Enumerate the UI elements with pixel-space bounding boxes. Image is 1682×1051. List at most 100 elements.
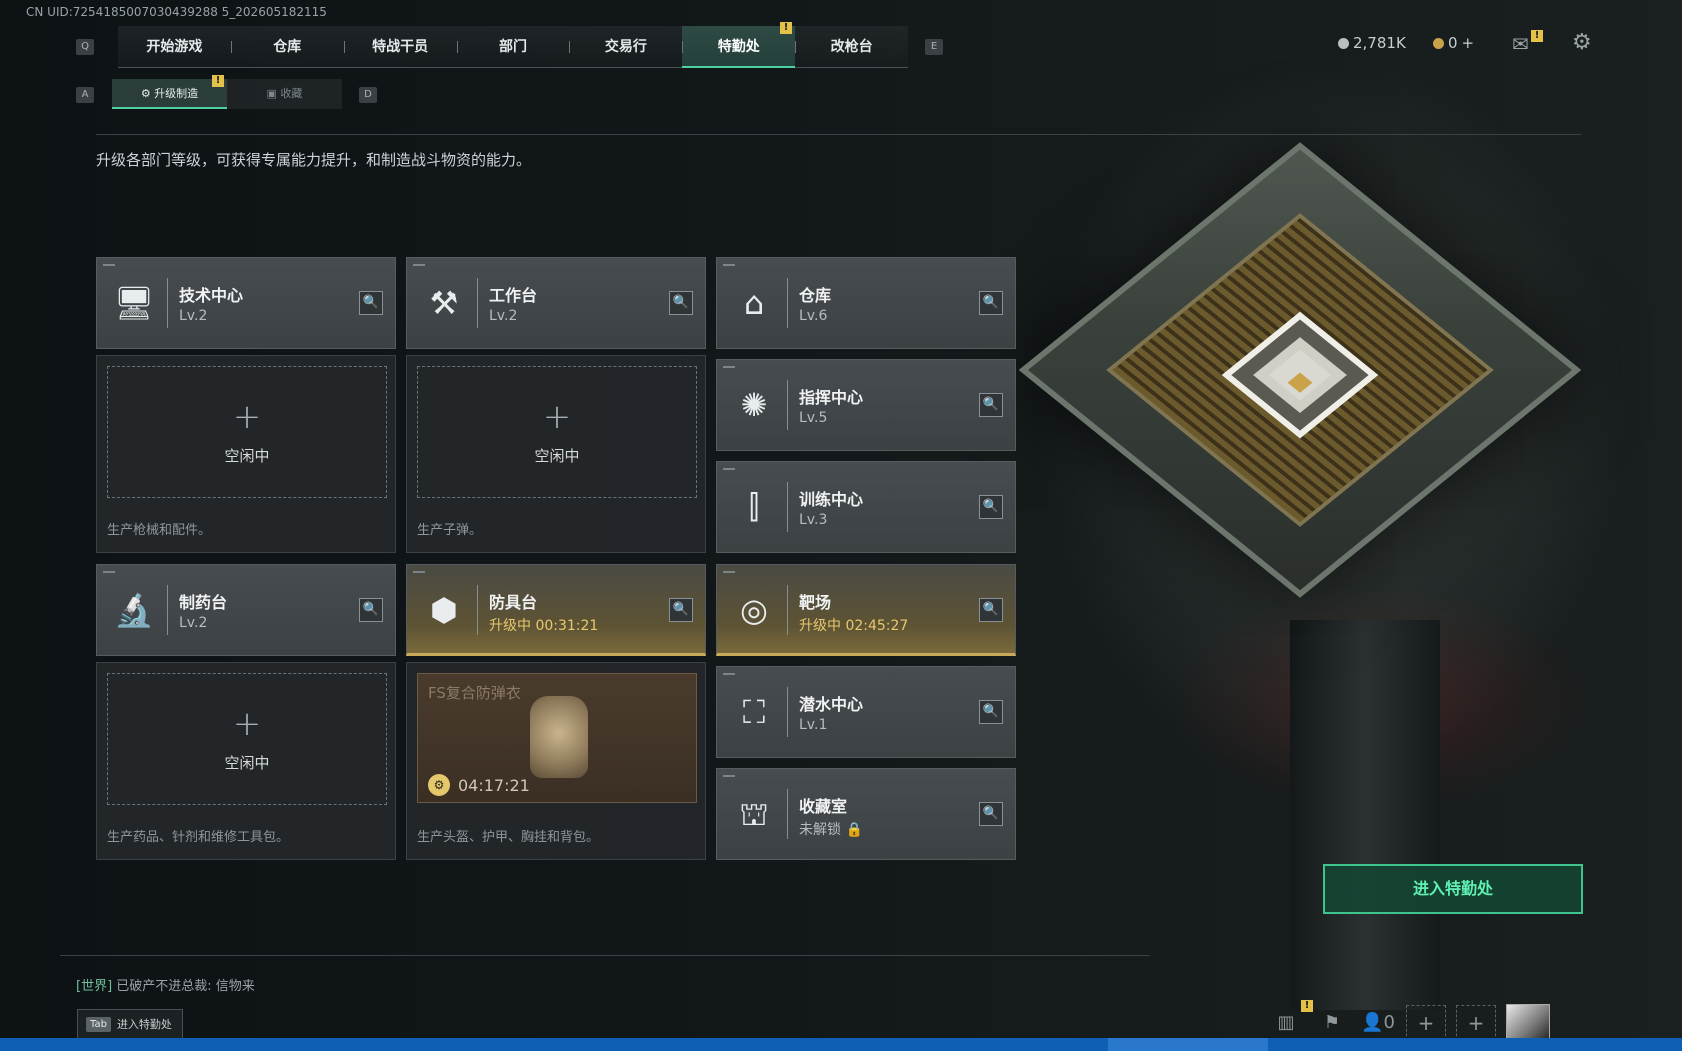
search-icon[interactable]: 🔍 — [979, 291, 1003, 315]
enter-special-ops-button[interactable]: 进入特勤处 — [1323, 864, 1583, 914]
dept-level: Lv.2 — [489, 308, 518, 324]
timer-value: 04:17:21 — [458, 775, 530, 795]
card-corner — [413, 264, 425, 266]
dept-card-training-center[interactable]: ⫿ 训练中心 Lv.3 🔍 — [716, 461, 1016, 553]
chat-message[interactable]: [世界] 已破产不进总裁: 信物来 — [76, 975, 255, 994]
card-separator — [477, 585, 478, 635]
tab-departments[interactable]: 部门 — [456, 26, 570, 68]
search-icon[interactable]: 🔍 — [979, 598, 1003, 622]
dept-card-collection-room[interactable]: ⛫ 收藏室 未解锁 🔒 🔍 — [716, 768, 1016, 860]
avatar[interactable] — [1506, 1004, 1550, 1042]
silver-currency[interactable]: 2,781K — [1338, 34, 1406, 52]
card-corner — [723, 264, 735, 266]
dept-upgrade-status: 升级中 00:31:21 — [489, 618, 599, 634]
dept-level: Lv.2 — [179, 615, 208, 631]
card-separator — [787, 278, 788, 328]
tab-start-game[interactable]: 开始游戏 — [118, 26, 231, 68]
plus-icon: + — [232, 704, 262, 744]
search-icon[interactable]: 🔍 — [979, 802, 1003, 826]
tab-trade[interactable]: 交易行 — [569, 26, 682, 68]
plus-icon: + — [542, 397, 572, 437]
dept-card-workbench[interactable]: ⚒ 工作台 Lv.2 🔍 — [406, 257, 706, 349]
dept-card-diving-center[interactable]: ⛶ 潜水中心 Lv.1 🔍 — [716, 666, 1016, 758]
friends-icon[interactable]: 👤0 — [1360, 1005, 1396, 1041]
search-icon[interactable]: 🔍 — [979, 393, 1003, 417]
tab-warehouse[interactable]: 仓库 — [230, 26, 344, 68]
production-slot[interactable]: FS复合防弹衣 ⚙ 04:17:21 — [417, 673, 697, 803]
taskbar-active-app[interactable] — [1108, 1038, 1268, 1051]
tab-hint-button[interactable]: Tab 进入特勤处 — [77, 1009, 183, 1039]
product-name: FS复合防弹衣 — [428, 684, 521, 702]
uid-text: CN UID:7254185007030439288 5_20260518211… — [26, 5, 327, 19]
dept-name: 潜水中心 — [799, 695, 864, 714]
search-icon[interactable]: 🔍 — [359, 291, 383, 315]
dept-card-pharmacy[interactable]: 🔬 制药台 Lv.2 🔍 — [96, 564, 396, 656]
subtab-left-key: A — [76, 87, 94, 103]
gold-currency[interactable]: 0 + — [1433, 34, 1474, 52]
lock-icon: 🔒 — [845, 822, 863, 838]
search-icon[interactable]: 🔍 — [359, 598, 383, 622]
dept-card-tech-center[interactable]: 🖥 技术中心 Lv.2 🔍 — [96, 257, 396, 349]
clock-icon: ⚙ — [428, 774, 450, 796]
search-icon[interactable]: 🔍 — [669, 291, 693, 315]
idle-slot[interactable]: + 空闲中 — [417, 366, 697, 498]
dept-name: 工作台 — [489, 286, 538, 305]
dept-level: Lv.2 — [179, 308, 208, 324]
subtab-upgrade-craft[interactable]: ⚙ 升级制造 — [112, 79, 227, 109]
tab-gunsmith[interactable]: 改枪台 — [795, 26, 908, 68]
dept-name: 仓库 — [799, 286, 832, 305]
card-corner — [103, 264, 115, 266]
dept-name: 制药台 — [179, 593, 228, 612]
production-timer: ⚙ 04:17:21 — [428, 774, 530, 796]
chat-text: 已破产不进总裁: 信物来 — [116, 979, 255, 994]
chat-channel: [世界] — [76, 979, 113, 994]
boxes-icon: ⬢ — [430, 591, 458, 629]
chat-divider — [60, 955, 1150, 956]
stats-icon[interactable]: ▥ — [1268, 1005, 1304, 1041]
search-icon[interactable]: 🔍 — [979, 700, 1003, 724]
gold-coin-icon — [1433, 37, 1444, 49]
production-description: 生产药品、针剂和维修工具包。 — [107, 830, 290, 845]
dept-name: 防具台 — [489, 593, 538, 612]
idle-slot[interactable]: + 空闲中 — [107, 673, 387, 805]
card-corner — [723, 775, 735, 777]
idle-label: 空闲中 — [534, 447, 580, 465]
subtab-collection-label: 收藏 — [280, 87, 303, 100]
search-icon[interactable]: 🔍 — [669, 598, 693, 622]
mail-icon[interactable]: ✉ — [1512, 32, 1529, 56]
dept-card-command-center[interactable]: ✺ 指挥中心 Lv.5 🔍 — [716, 359, 1016, 451]
card-separator — [787, 585, 788, 635]
production-description: 生产头盔、护甲、胸挂和背包。 — [417, 830, 600, 845]
gold-amount: 0 — [1448, 34, 1458, 52]
tab-key: Tab — [86, 1016, 111, 1032]
silver-coin-icon — [1338, 37, 1349, 49]
add-slot-button-2[interactable]: + — [1456, 1005, 1496, 1041]
dept-card-armor[interactable]: ⬢ 防具台 升级中 00:31:21 🔍 — [406, 564, 706, 656]
card-corner — [413, 571, 425, 573]
add-gold-button[interactable]: + — [1462, 34, 1475, 52]
armor-production: FS复合防弹衣 ⚙ 04:17:21 生产头盔、护甲、胸挂和背包。 — [406, 662, 706, 860]
tab-special-ops[interactable]: 特勤处 — [682, 26, 796, 68]
subtab-collection[interactable]: ▣ 收藏 — [227, 79, 342, 109]
dept-name: 靶场 — [799, 593, 832, 612]
idle-label: 空闲中 — [224, 447, 270, 465]
card-corner — [723, 571, 735, 573]
gear-icon[interactable]: ⚙ — [1572, 30, 1592, 55]
os-taskbar — [0, 1038, 1682, 1051]
dept-level: Lv.1 — [799, 717, 828, 733]
search-icon[interactable]: 🔍 — [979, 495, 1003, 519]
add-slot-button[interactable]: + — [1406, 1005, 1446, 1041]
dept-card-shooting-range[interactable]: ◎ 靶场 升级中 02:45:27 🔍 — [716, 564, 1016, 656]
card-corner — [723, 366, 735, 368]
idle-slot[interactable]: + 空闲中 — [107, 366, 387, 498]
pharmacy-production: + 空闲中 生产药品、针剂和维修工具包。 — [96, 662, 396, 860]
subtab-alert-badge: ! — [212, 75, 224, 87]
nav-left-key: Q — [76, 39, 94, 55]
microscope-icon: 🔬 — [114, 591, 154, 629]
showcase-icon: ⛫ — [739, 795, 769, 833]
tab-operators[interactable]: 特战干员 — [343, 26, 457, 68]
dept-card-warehouse[interactable]: ⌂ 仓库 Lv.6 🔍 — [716, 257, 1016, 349]
card-corner — [723, 468, 735, 470]
plus-icon: + — [232, 397, 262, 437]
flag-icon[interactable]: ⚑ — [1314, 1005, 1350, 1041]
